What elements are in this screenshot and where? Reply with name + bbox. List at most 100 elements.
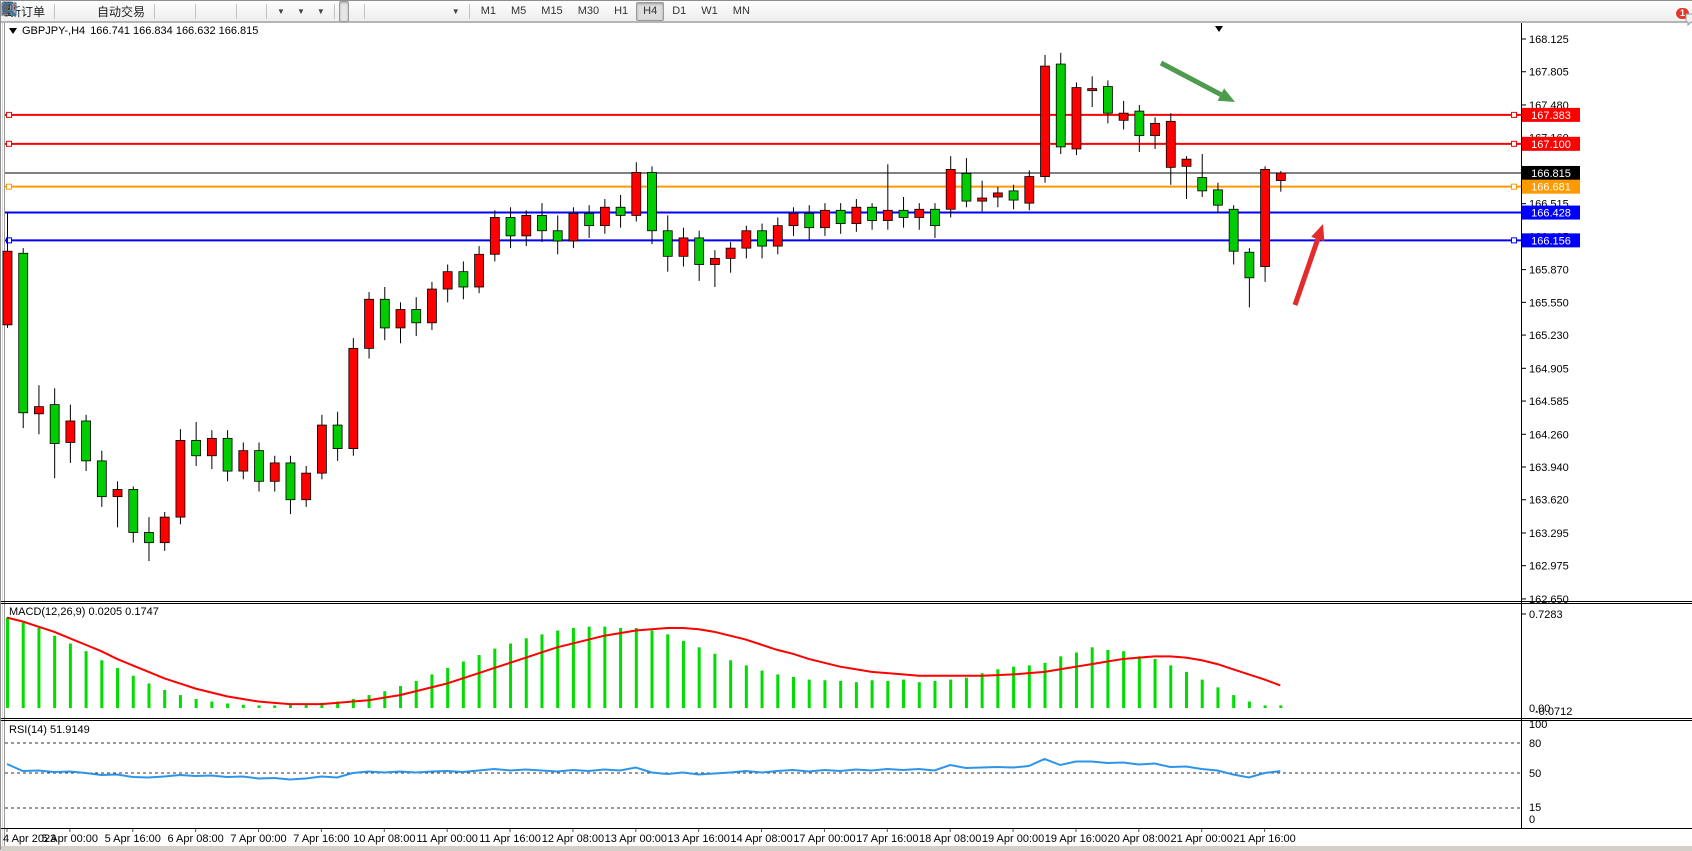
bull-candle [726, 248, 735, 258]
bear-candle [553, 231, 562, 241]
time-axis-label: 18 Apr 08:00 [919, 833, 981, 845]
bull-candle [1025, 177, 1034, 204]
auto-trading-button[interactable]: 自动交易 [92, 1, 150, 22]
search-icon [1, 1, 17, 17]
toolbar-separator [334, 4, 335, 19]
bear-candle [1198, 178, 1207, 191]
bear-candle [805, 213, 814, 227]
tile-windows-button[interactable] [222, 1, 232, 22]
fibonacci-tool-button[interactable] [413, 1, 423, 22]
timeframe-h4-button[interactable]: H4 [636, 2, 664, 21]
bull-candle [34, 407, 43, 414]
periods-button[interactable]: ▼ [291, 1, 310, 22]
chart-surface[interactable] [5, 23, 1521, 601]
bear-candle [144, 532, 153, 542]
bull-candle [993, 193, 1002, 197]
bull-candle [569, 213, 578, 241]
timeframe-w1-button[interactable]: W1 [694, 2, 725, 21]
auto-trading-label: 自动交易 [97, 3, 145, 20]
pivot-line-handle[interactable] [1512, 184, 1517, 189]
arrows-tool-button[interactable]: ▼ [446, 1, 465, 22]
bear-candle [1213, 190, 1222, 205]
styles-button[interactable] [59, 1, 69, 22]
signal-button[interactable] [81, 1, 91, 22]
templates-button[interactable]: ▼ [311, 1, 330, 22]
bear-candle [1245, 252, 1254, 278]
time-axis-label: 11 Apr 16:00 [479, 833, 541, 845]
timeframe-m30-button[interactable]: M30 [571, 2, 606, 21]
time-axis-label: 12 Apr 08:00 [542, 833, 604, 845]
bull-candle [522, 215, 531, 235]
bear-candle [836, 210, 845, 223]
bear-candle [412, 310, 421, 323]
rsi-value: 51.9149 [50, 724, 90, 736]
bear-candle [1056, 64, 1065, 147]
vertical-line-tool-button[interactable] [369, 1, 379, 22]
time-axis-label: 21 Apr 16:00 [1233, 833, 1295, 845]
window-bottom-strip [1, 846, 1692, 851]
bull-candle [1261, 169, 1270, 266]
bear-candle [1103, 87, 1112, 114]
line-chart-button[interactable] [181, 1, 191, 22]
bull-candle [710, 258, 719, 264]
zoom-in-button[interactable] [200, 1, 210, 22]
mt4-window: { "toolbar": { "new_order_label": "新订单",… [0, 0, 1692, 850]
navigator-button[interactable] [70, 1, 80, 22]
bear-candle [1135, 111, 1144, 136]
horizontal-line-tool-button[interactable] [380, 1, 390, 22]
timeframe-m1-button[interactable]: M1 [474, 2, 503, 21]
bull-candle [113, 489, 122, 496]
bear-candle [1229, 209, 1238, 251]
bull-candle [1119, 113, 1128, 120]
resistance-line-2-handle[interactable] [1512, 141, 1517, 146]
bear-candle [695, 238, 704, 265]
bull-candle [365, 299, 374, 348]
auto-scroll-button[interactable] [252, 1, 262, 22]
symbol-period-label: GBPJPY-,H4 [22, 25, 85, 37]
price-axis-tick-label: 165.550 [1529, 297, 1569, 309]
price-line-badge-label: 166.428 [1531, 208, 1571, 220]
ohlc-values-label: 166.741 166.834 166.632 166.815 [90, 25, 258, 37]
channel-tool-button[interactable] [402, 1, 412, 22]
bar-chart-button[interactable] [159, 1, 169, 22]
chart-canvas[interactable]: 168.125167.805167.480167.160166.840166.5… [1, 1, 1692, 851]
symbol-dropdown-icon[interactable] [9, 28, 17, 34]
zoom-out-button[interactable] [211, 1, 221, 22]
cursor-tool-button[interactable] [339, 1, 349, 22]
text-label-tool-button[interactable]: T [435, 1, 445, 22]
resistance-line-2-handle[interactable] [7, 141, 12, 146]
support-line-2-handle[interactable] [1512, 238, 1517, 243]
price-line-badge-label: 166.156 [1531, 235, 1571, 247]
resistance-line-1-handle[interactable] [7, 112, 12, 117]
bear-candle [286, 463, 295, 500]
trendline-tool-button[interactable] [391, 1, 401, 22]
bear-candle [192, 440, 201, 455]
timeframe-mn-button[interactable]: MN [726, 2, 757, 21]
crosshair-tool-button[interactable] [350, 1, 360, 22]
bull-candle [270, 463, 279, 481]
bull-candle [883, 210, 892, 220]
time-axis-label: 13 Apr 16:00 [667, 833, 729, 845]
timeframe-h1-button[interactable]: H1 [607, 2, 635, 21]
chart-shift-button[interactable] [241, 1, 251, 22]
bull-candle [1182, 159, 1191, 166]
bull-candle [946, 169, 955, 209]
bull-candle [852, 207, 861, 223]
chat-bubble-icon [1684, 11, 1692, 27]
timeframe-m15-button[interactable]: M15 [534, 2, 569, 21]
timeframe-d1-button[interactable]: D1 [665, 2, 693, 21]
text-tool-button[interactable]: A [424, 1, 434, 22]
candlestick-chart-button[interactable] [170, 1, 180, 22]
bull-candle [773, 226, 782, 246]
resistance-line-1-handle[interactable] [1512, 112, 1517, 117]
pivot-line-handle[interactable] [7, 184, 12, 189]
bear-candle [333, 425, 342, 449]
macd-indicator-label: MACD(12,26,9) 0.0205 0.1747 [9, 606, 159, 618]
price-axis-tick-label: 164.905 [1529, 363, 1569, 375]
bear-candle [899, 210, 908, 217]
bear-candle [663, 231, 672, 257]
time-axis-label: 7 Apr 00:00 [230, 833, 286, 845]
timeframe-m5-button[interactable]: M5 [504, 2, 533, 21]
bull-candle [160, 517, 169, 543]
indicators-button[interactable]: ▼ [271, 1, 290, 22]
